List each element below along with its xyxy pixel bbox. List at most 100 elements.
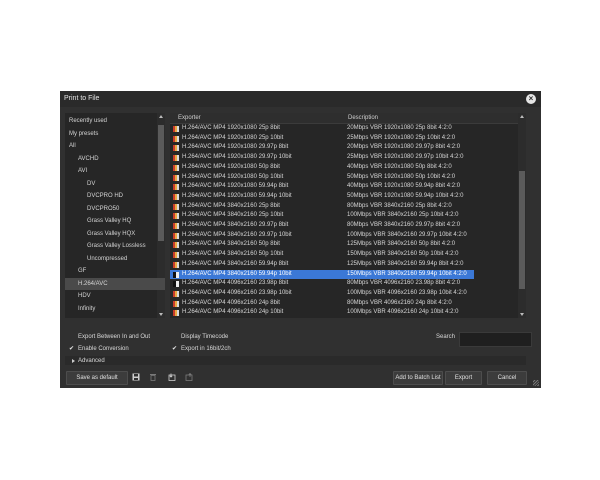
enable-conversion-checkbox[interactable]: ✔ [69,346,75,352]
tree-item[interactable]: H.264/AVC [65,277,165,290]
exporter-name: H.264/AVC MP4 1920x1080 50p 10bit [182,173,284,180]
export-preset-icon[interactable] [185,373,193,381]
search-input[interactable] [459,332,532,347]
tree-item[interactable]: Infinity [65,303,165,315]
cancel-button[interactable]: Cancel [487,371,527,385]
preset-icon [173,145,179,152]
exporter-row[interactable]: H.264/AVC MP4 1920x1080 25p 8bit 20Mbps V… [170,124,474,134]
scroll-down-arrow-icon[interactable] [520,313,524,316]
exporter-description: 80Mbps VBR 4096x2160 24p 8bit 4:2:0 [347,299,452,306]
exporter-row[interactable]: H.264/AVC MP4 4096x2160 23.98p 8bit 80Mbp… [170,279,474,289]
exporter-row[interactable]: H.264/AVC MP4 1920x1080 59.94p 10bit 50Mb… [170,192,474,202]
exporter-name: H.264/AVC MP4 4096x2160 24p 10bit [182,309,284,316]
exporter-description: 25Mbps VBR 1920x1080 29.97p 10bit 4:2:0 [347,154,464,161]
exporter-description: 40Mbps VBR 1920x1080 50p 8bit 4:2:0 [347,163,452,170]
tree-item[interactable]: Grass Valley HQ [65,215,165,227]
preset-icon [173,242,179,249]
exporter-description: 150Mbps VBR 3840x2160 50p 10bit 4:2:0 [347,251,459,258]
export-16bit-checkbox[interactable]: ✔ [172,346,178,352]
tree-item[interactable]: Grass Valley HQX [65,228,165,240]
exporter-description: 80Mbps VBR 3840x2160 25p 8bit 4:2:0 [347,202,452,209]
tree-item[interactable]: DV [65,178,165,190]
column-header-exporter[interactable]: Exporter [178,115,201,121]
exporter-description: 100Mbps VBR 3840x2160 29.97p 10bit 4:2:0 [347,231,467,238]
exporter-row[interactable]: H.264/AVC MP4 3840x2160 29.97p 10bit 100M… [170,231,474,241]
exporter-name: H.264/AVC MP4 3840x2160 29.97p 8bit [182,222,289,228]
export-between-label: Export Between In and Out [78,334,151,340]
exporter-description: 125Mbps VBR 3840x2160 59.94p 8bit 4:2:0 [347,260,464,267]
scroll-up-arrow-icon[interactable] [159,115,163,118]
tree-item[interactable]: All [65,140,157,152]
exporter-name: H.264/AVC MP4 1920x1080 59.94p 10bit [182,192,292,199]
exporter-description: 80Mbps VBR 3840x2160 29.97p 8bit 4:2:0 [347,222,461,228]
print-to-file-dialog: Print to File × Recently used My presets A… [60,91,541,388]
export-button[interactable]: Export [445,371,482,385]
exporter-row[interactable]: H.264/AVC MP4 4096x2160 24p 8bit 80Mbps V… [170,299,474,309]
advanced-label[interactable]: Advanced [78,358,105,364]
exporter-description: 150Mbps VBR 3840x2160 59.94p 10bit 4:2:0 [347,270,467,277]
tree-item[interactable]: GF [65,265,165,277]
tree-item[interactable]: Grass Valley Lossless [65,240,165,252]
tree-item[interactable]: My presets [65,128,157,140]
exporter-name: H.264/AVC MP4 1920x1080 50p 8bit [182,163,280,170]
list-scrollbar[interactable] [518,113,526,318]
exporter-row[interactable]: H.264/AVC MP4 3840x2160 50p 10bit 150Mbps… [170,250,474,260]
tree-item[interactable]: Recently used [65,115,157,127]
exporter-row[interactable]: H.264/AVC MP4 4096x2160 23.98p 10bit 100M… [170,289,474,299]
advanced-section[interactable] [65,356,526,365]
exporter-description: 100Mbps VBR 4096x2160 23.98p 10bit 4:2:0 [347,289,467,296]
preset-icon [173,203,179,210]
exporter-row[interactable]: H.264/AVC MP4 1920x1080 50p 10bit 50Mbps … [170,173,474,183]
exporter-name: H.264/AVC MP4 3840x2160 50p 8bit [182,241,280,248]
exporter-row[interactable]: H.264/AVC MP4 1920x1080 50p 8bit 40Mbps V… [170,163,474,173]
tree-item[interactable]: HDV [65,290,165,302]
resize-grip[interactable] [533,380,539,386]
exporter-row[interactable]: H.264/AVC MP4 3840x2160 29.97p 8bit 80Mbp… [170,221,474,231]
tree-item[interactable]: DVCPRO50 [65,203,165,215]
exporter-name: H.264/AVC MP4 1920x1080 29.97p 10bit [182,154,292,161]
exporter-description: 50Mbps VBR 1920x1080 50p 10bit 4:2:0 [347,173,456,180]
preset-icon [173,290,179,297]
add-to-batch-list-button[interactable]: Add to Batch List [393,371,443,385]
exporter-row[interactable]: H.264/AVC MP4 4096x2160 24p 10bit 100Mbps… [170,308,474,318]
save-icon[interactable] [132,373,140,381]
exporter-description: 25Mbps VBR 1920x1080 25p 10bit 4:2:0 [347,134,456,141]
exporter-name: H.264/AVC MP4 3840x2160 59.94p 10bit [182,270,292,277]
save-as-default-button[interactable]: Save as default [66,371,128,385]
preset-icon [173,135,179,142]
exporter-row[interactable]: H.264/AVC MP4 3840x2160 59.94p 8bit 125Mb… [170,260,474,270]
exporter-row[interactable]: H.264/AVC MP4 1920x1080 29.97p 10bit 25Mb… [170,153,474,163]
export-between-checkbox[interactable] [69,334,75,340]
exporter-description: 20Mbps VBR 1920x1080 29.97p 8bit 4:2:0 [347,144,461,151]
expand-arrow-icon[interactable] [72,359,75,363]
scroll-up-arrow-icon[interactable] [520,115,524,118]
category-tree: Recently used My presets All AVCHD AVI DV DVCP… [65,113,165,318]
exporter-description: 40Mbps VBR 1920x1080 59.94p 8bit 4:2:0 [347,183,461,190]
preset-icon [173,155,179,162]
tree-item[interactable]: Uncompressed [65,253,165,265]
tree-item[interactable]: AVI [65,165,165,177]
close-icon[interactable]: × [526,94,536,104]
dialog-title: Print to File [64,95,100,102]
import-preset-icon[interactable] [168,373,176,381]
exporter-row[interactable]: H.264/AVC MP4 3840x2160 25p 10bit 100Mbps… [170,211,474,221]
exporter-description: 50Mbps VBR 1920x1080 59.94p 10bit 4:2:0 [347,192,464,199]
tree-item[interactable]: AVCHD [65,153,165,165]
preset-icon [173,252,179,259]
exporter-row[interactable]: H.264/AVC MP4 1920x1080 25p 10bit 25Mbps … [170,134,474,144]
display-timecode-checkbox[interactable] [172,334,178,340]
exporter-name: H.264/AVC MP4 3840x2160 29.97p 10bit [182,231,292,238]
exporter-row[interactable]: H.264/AVC MP4 3840x2160 25p 8bit 80Mbps V… [170,202,474,212]
exporter-row[interactable]: H.264/AVC MP4 1920x1080 29.97p 8bit 20Mbp… [170,143,474,153]
column-header-description[interactable]: Description [348,115,378,121]
exporter-row[interactable]: H.264/AVC MP4 1920x1080 59.94p 8bit 40Mbp… [170,182,474,192]
list-scroll-thumb[interactable] [519,171,525,289]
exporter-name: H.264/AVC MP4 4096x2160 23.98p 8bit [182,280,289,287]
preset-icon [173,261,179,268]
exporter-row[interactable]: H.264/AVC MP4 3840x2160 59.94p 10bit 150M… [170,269,474,280]
preset-icon [173,223,179,229]
tree-item[interactable]: DVCPRO HD [65,190,165,202]
exporter-name: H.264/AVC MP4 4096x2160 24p 8bit [182,299,280,306]
exporter-row[interactable]: H.264/AVC MP4 3840x2160 50p 8bit 125Mbps … [170,240,474,250]
delete-icon[interactable] [149,373,157,381]
